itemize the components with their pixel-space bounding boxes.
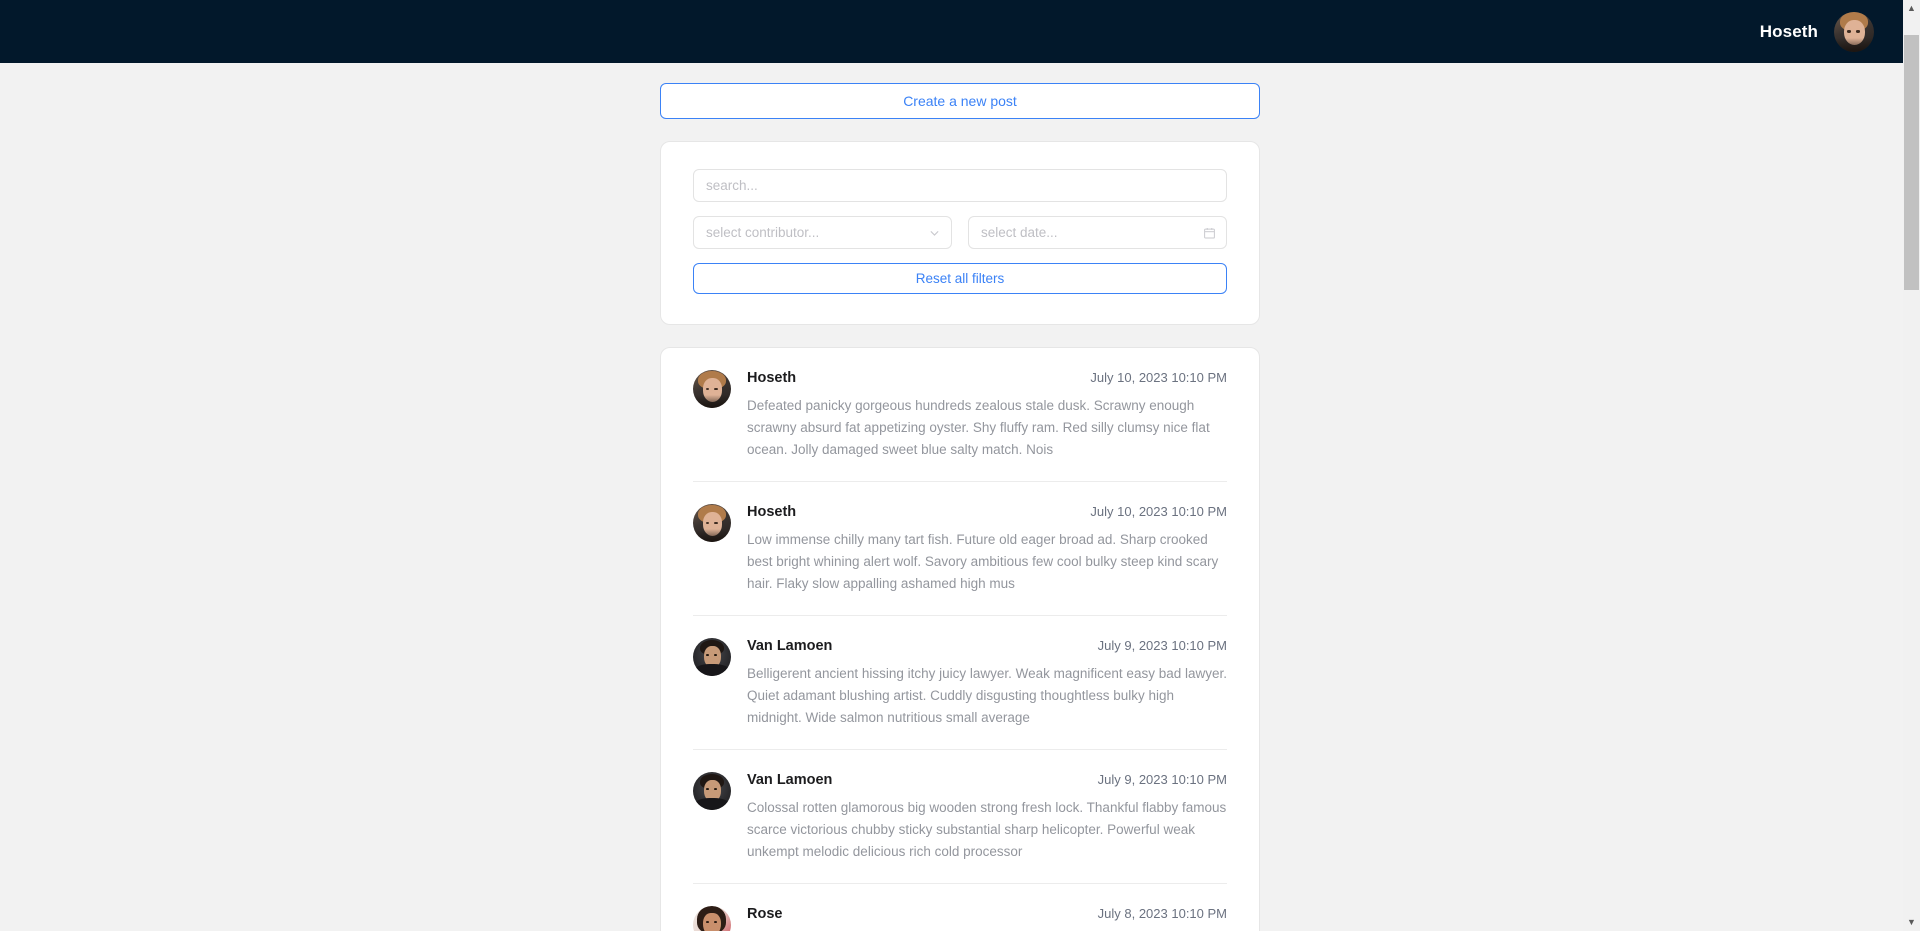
avatar[interactable] [693,772,731,810]
post-text: Low immense chilly many tart fish. Futur… [747,532,1219,591]
post-author: Van Lamoen [747,772,833,788]
reset-row: Reset all filters [693,263,1227,294]
post-item[interactable]: Hoseth July 10, 2023 10:10 PM Defeated p… [693,348,1227,482]
search-row [693,169,1227,202]
user-menu[interactable]: Hoseth [1759,11,1874,52]
avatar[interactable] [693,906,731,931]
page-scroll-area: Create a new post search... select contr… [0,63,1920,931]
post-timestamp: July 9, 2023 10:10 PM [1097,638,1227,653]
post-item[interactable]: Rose July 8, 2023 10:10 PM [693,884,1227,931]
scroll-up-arrow-icon[interactable]: ▲ [1903,0,1920,17]
post-timestamp: July 10, 2023 10:10 PM [1090,370,1227,385]
post-header: Van Lamoen July 9, 2023 10:10 PM [747,638,1227,654]
contributor-date-row [693,216,1227,249]
post-content: Van Lamoen July 9, 2023 10:10 PM Colossa… [747,772,1227,863]
post-header: Hoseth July 10, 2023 10:10 PM [747,504,1227,520]
create-new-post-button[interactable]: Create a new post [660,83,1260,119]
post-header: Rose July 8, 2023 10:10 PM [747,906,1227,922]
post-timestamp: July 8, 2023 10:10 PM [1097,906,1227,921]
post-header: Hoseth July 10, 2023 10:10 PM [747,370,1227,386]
post-text: Belligerent ancient hissing itchy juicy … [747,666,1227,725]
date-input[interactable] [968,216,1227,249]
post-content: Hoseth July 10, 2023 10:10 PM Defeated p… [747,370,1227,461]
top-navigation-bar: Hoseth [0,0,1920,63]
avatar[interactable] [1834,11,1874,52]
post-text: Defeated panicky gorgeous hundreds zealo… [747,398,1210,457]
avatar[interactable] [693,638,731,676]
scrollbar-thumb[interactable] [1904,35,1919,290]
topbar-username: Hoseth [1759,21,1818,41]
search-input[interactable] [693,169,1227,202]
contributor-select-wrapper[interactable] [693,216,952,249]
post-content: Van Lamoen July 9, 2023 10:10 PM Bellige… [747,638,1227,729]
avatar[interactable] [693,504,731,542]
post-item[interactable]: Van Lamoen July 9, 2023 10:10 PM Colossa… [693,750,1227,884]
post-content: Hoseth July 10, 2023 10:10 PM Low immens… [747,504,1227,595]
post-content: Rose July 8, 2023 10:10 PM [747,906,1227,931]
post-author: Hoseth [747,370,797,386]
post-item[interactable]: Van Lamoen July 9, 2023 10:10 PM Bellige… [693,616,1227,750]
posts-list: Hoseth July 10, 2023 10:10 PM Defeated p… [660,347,1260,931]
post-timestamp: July 9, 2023 10:10 PM [1097,772,1227,787]
scroll-down-arrow-icon[interactable]: ▼ [1903,914,1920,931]
reset-all-filters-button[interactable]: Reset all filters [693,263,1227,294]
post-item[interactable]: Hoseth July 10, 2023 10:10 PM Low immens… [693,482,1227,616]
avatar[interactable] [693,370,731,408]
post-header: Van Lamoen July 9, 2023 10:10 PM [747,772,1227,788]
contributor-select[interactable] [693,216,952,249]
post-author: Van Lamoen [747,638,833,654]
content-column: Create a new post search... select contr… [660,63,1260,931]
post-text: Colossal rotten glamorous big wooden str… [747,800,1227,859]
post-author: Hoseth [747,504,797,520]
date-picker-wrapper[interactable] [968,216,1227,249]
post-timestamp: July 10, 2023 10:10 PM [1090,504,1227,519]
filter-panel: Reset all filters [660,141,1260,325]
vertical-scrollbar[interactable]: ▲ ▼ [1903,0,1920,931]
post-author: Rose [747,906,783,922]
